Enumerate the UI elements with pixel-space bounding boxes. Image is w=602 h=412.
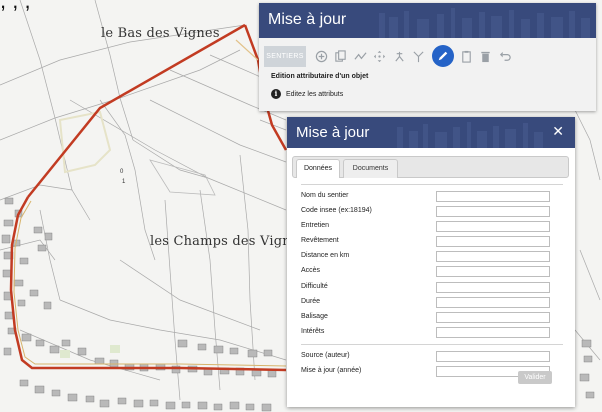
split-icon[interactable]	[390, 46, 408, 67]
info-text: Editez les attributs	[286, 90, 344, 98]
code-insee-ex-18194-input[interactable]	[436, 206, 550, 218]
copy-icon[interactable]	[332, 46, 350, 67]
dialog-header: Mise à jour ✕	[287, 117, 575, 148]
map-label-champs-des-vignes: les Champs des Vignes	[150, 234, 306, 249]
close-icon[interactable]: ✕	[552, 124, 564, 138]
field-label: Code insee (ex:18194)	[301, 207, 372, 215]
trash-icon[interactable]	[477, 46, 495, 67]
panel-title: Mise à jour	[268, 11, 347, 28]
field-label: Source (auteur)	[301, 351, 350, 359]
field-label: Durée	[301, 297, 321, 305]
application-window: 0 1 , , , le Bas des Vignes les Champs d…	[0, 0, 602, 412]
tab-donnees[interactable]: Données	[296, 159, 340, 178]
divider	[301, 343, 563, 345]
field-label: Difficulté	[301, 282, 328, 290]
form-row-entretien: Entretien	[301, 219, 563, 234]
revetement-input[interactable]	[436, 236, 550, 248]
info-icon: i	[271, 89, 281, 99]
layer-sentiers-button[interactable]: SENTIERS	[264, 45, 306, 67]
field-label: Entretien	[301, 222, 330, 230]
form-row-duree: Durée	[301, 295, 563, 310]
clipboard-icon[interactable]	[457, 46, 475, 67]
interets-input[interactable]	[436, 326, 550, 338]
form-row-difficulte: Difficulté	[301, 280, 563, 295]
field-label: Balisage	[301, 312, 328, 320]
valider-button[interactable]: Valider	[518, 371, 552, 384]
distance-en-km-input[interactable]	[436, 251, 550, 263]
panel-header: Mise à jour	[259, 3, 596, 38]
form-row-balisage: Balisage	[301, 310, 563, 325]
dialog-title: Mise à jour	[296, 124, 370, 141]
nom-du-sentier-input[interactable]	[436, 191, 550, 202]
tabs-bar: Données Documents	[292, 156, 569, 178]
field-label: Mise à jour (année)	[301, 367, 362, 375]
balisage-input[interactable]	[436, 311, 550, 323]
divider	[301, 184, 563, 185]
source-auteur-input[interactable]	[436, 350, 550, 362]
edit-toolbar: SENTIERS	[264, 45, 516, 67]
form-row-distance-en-km: Distance en km	[301, 249, 563, 264]
duree-input[interactable]	[436, 296, 550, 308]
field-label: Accès	[301, 267, 321, 275]
merge-icon[interactable]	[410, 46, 428, 67]
form-row-source-auteur: Source (auteur)	[301, 349, 563, 364]
form-row-nom-du-sentier: Nom du sentier	[301, 189, 563, 204]
info-line: i Editez les attributs	[271, 89, 343, 99]
tab-documents[interactable]: Documents	[343, 159, 398, 178]
move-icon[interactable]	[371, 46, 389, 67]
map-clipped-text: , , ,	[0, 0, 31, 13]
form-row-acces: Accès	[301, 264, 563, 279]
update-dialog: Mise à jour ✕ Données Documents Nom du s…	[287, 117, 575, 407]
line-icon[interactable]	[351, 46, 369, 67]
map-label-bas-des-vignes: le Bas des Vignes	[101, 26, 220, 41]
difficulte-input[interactable]	[436, 281, 550, 293]
edit-heading: Edition attributaire d'un objet	[271, 73, 369, 80]
pencil-icon[interactable]	[432, 45, 454, 67]
field-label: Intérêts	[301, 327, 325, 335]
field-label: Distance en km	[301, 252, 350, 260]
update-toolbar-panel: Mise à jour SENTIERS Edition attributair…	[259, 3, 596, 111]
entretien-input[interactable]	[436, 221, 550, 233]
field-label: Nom du sentier	[301, 192, 349, 199]
field-list: Nom du sentier Code insee (ex:18194) Entre…	[301, 189, 563, 340]
acces-input[interactable]	[436, 266, 550, 278]
form-row-code-insee-ex-18194: Code insee (ex:18194)	[301, 204, 563, 219]
form-row-interets: Intérêts	[301, 325, 563, 340]
add-circle-icon[interactable]	[312, 46, 330, 67]
undo-icon[interactable]	[496, 46, 514, 67]
attribute-form: Nom du sentier Code insee (ex:18194) Entre…	[301, 184, 563, 379]
form-row-revetement: Revêtement	[301, 234, 563, 249]
field-label: Revêtement	[301, 237, 339, 245]
